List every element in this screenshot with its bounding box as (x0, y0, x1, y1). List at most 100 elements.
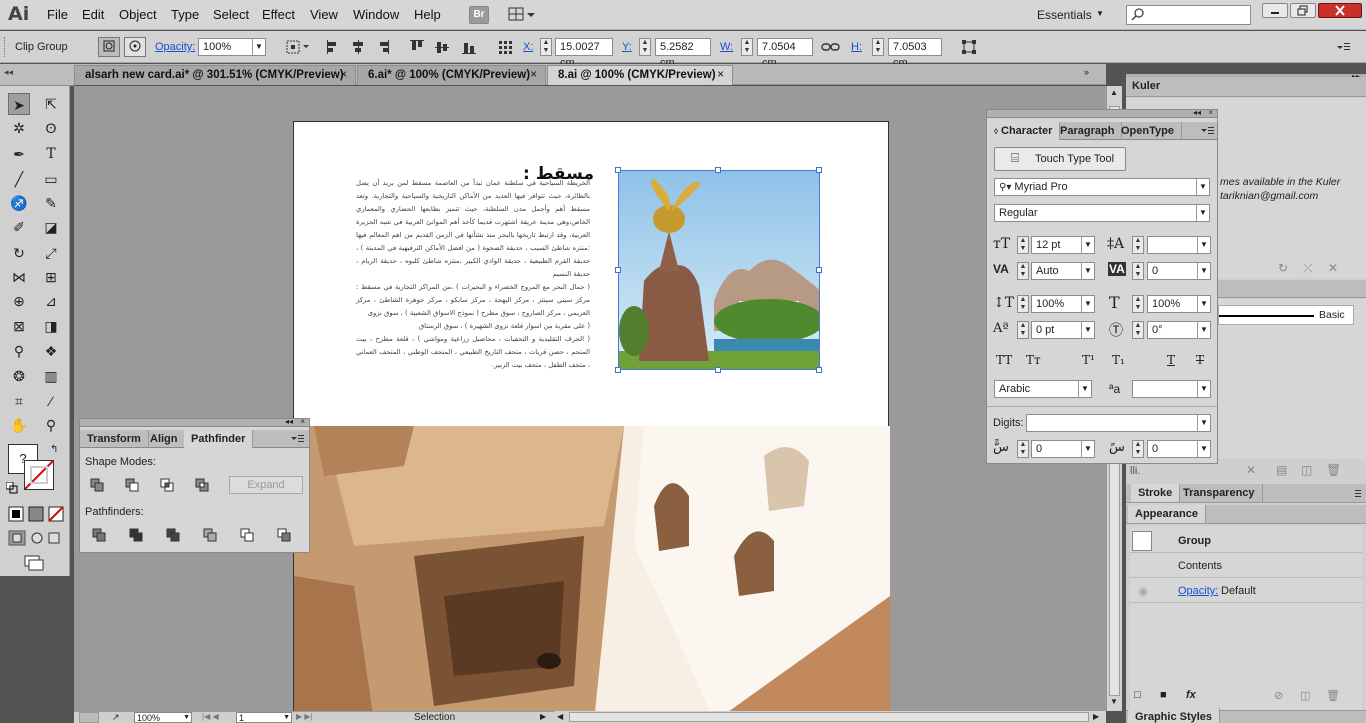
horizontal-scale-stepper[interactable]: ▲ ▼ (1132, 295, 1144, 313)
tab-alsarh-card[interactable]: alsarh new card.ai* @ 301.51% (CMYK/Prev… (74, 65, 356, 85)
horizontal-scale-input[interactable]: 100% ▼ (1147, 295, 1211, 313)
selection-handle[interactable] (816, 267, 822, 273)
menu-object[interactable]: Object (119, 7, 157, 22)
selection-tool-icon[interactable]: ➤ (8, 93, 30, 115)
h-stepper[interactable]: ▲ ▼ (872, 38, 884, 56)
w-input[interactable]: 7.0504 cm (757, 38, 813, 69)
restore-button[interactable] (1290, 3, 1316, 18)
edit-clip-path-icon[interactable] (98, 37, 120, 57)
menu-edit[interactable]: Edit (82, 7, 104, 22)
lasso-tool-icon[interactable]: ʘ (40, 117, 62, 139)
tracking-stepper[interactable]: ▲ ▼ (1132, 262, 1144, 280)
close-icon[interactable]: × (300, 417, 305, 426)
delete-brush-icon[interactable]: 🗑 (1326, 463, 1341, 477)
kuler-remove-icon[interactable]: ✕ (1328, 261, 1338, 275)
collapse-icon[interactable]: ◂◂ (1193, 108, 1201, 117)
paintbrush-tool-icon[interactable]: ♐ (8, 192, 30, 214)
y-input[interactable]: 5.2582 cm (655, 38, 711, 69)
w-label[interactable]: W: (720, 41, 733, 53)
close-icon[interactable]: × (340, 69, 347, 81)
transform-reference-icon[interactable] (285, 39, 311, 55)
stroke-swatch[interactable] (24, 460, 54, 490)
drawing-mode-buttons[interactable] (8, 530, 64, 546)
close-icon[interactable]: × (717, 69, 724, 81)
h-label[interactable]: H: (851, 41, 862, 53)
blend-tool-icon[interactable]: ❖ (40, 340, 62, 362)
touch-type-tool-button[interactable]: ⌸ Touch Type Tool (994, 147, 1126, 171)
rotate-tool-icon[interactable]: ↻ (8, 242, 30, 264)
screen-mode-icon[interactable] (24, 555, 46, 571)
delete-item-icon[interactable]: 🗑 (1326, 689, 1340, 702)
artboard-nav-icon[interactable] (79, 712, 99, 723)
zoom-tool-icon[interactable]: ⚲ (40, 414, 62, 436)
digits-select[interactable]: ▼ (1026, 414, 1211, 432)
type-tool-icon[interactable]: T (40, 143, 62, 165)
default-colors-icon[interactable] (5, 481, 18, 494)
menu-window[interactable]: Window (353, 7, 399, 22)
selection-handle[interactable] (615, 367, 621, 373)
menu-help[interactable]: Help (414, 7, 441, 22)
workspace-switcher[interactable]: Essentials (1037, 8, 1092, 22)
selection-handle[interactable] (715, 367, 721, 373)
selection-handle[interactable] (615, 167, 621, 173)
line-tool-icon[interactable]: ╱ (8, 168, 30, 190)
opacity-link[interactable]: Opacity: (155, 41, 195, 53)
panel-menu-icon[interactable] (291, 434, 305, 444)
appearance-contents-row[interactable]: Contents (1130, 554, 1362, 578)
panel-menu-icon[interactable] (1201, 126, 1215, 136)
zoom-select[interactable]: 100% ▼ (134, 712, 192, 723)
kerning-input[interactable]: Auto ▼ (1031, 262, 1095, 280)
close-icon[interactable]: × (1208, 108, 1213, 117)
visibility-eye-icon[interactable]: ◉ (1138, 584, 1148, 598)
x-stepper[interactable]: ▲ ▼ (540, 38, 552, 56)
menu-type[interactable]: Type (171, 7, 199, 22)
scroll-left-icon[interactable]: ◀ (557, 712, 563, 721)
magic-wand-tool-icon[interactable]: ✲ (8, 117, 30, 139)
menu-effect[interactable]: Effect (262, 7, 295, 22)
panel-menu-icon[interactable] (1348, 489, 1362, 499)
tab-opentype[interactable]: OpenType (1114, 122, 1182, 140)
add-fill-icon[interactable]: ■ (1160, 689, 1167, 701)
share-icon[interactable]: ↗ (112, 712, 126, 723)
tab-stroke[interactable]: Stroke (1131, 484, 1181, 502)
panel-grip[interactable]: ◂◂ × (80, 417, 309, 427)
swap-fill-stroke-icon[interactable]: ↰ (50, 444, 58, 455)
x-input[interactable]: 15.0027 cm (555, 38, 613, 69)
collapse-icon[interactable]: ◂◂ (285, 417, 293, 426)
opacity-input[interactable]: 100% ▼ (198, 38, 266, 56)
baseline-shift-input[interactable]: 0 pt ▼ (1031, 321, 1095, 339)
diacritic-x-input[interactable]: 0 ▼ (1031, 440, 1095, 458)
pathfinder-buttons[interactable] (92, 527, 302, 543)
duplicate-item-icon[interactable]: ◫ (1300, 689, 1310, 702)
scroll-up-icon[interactable]: ▲ (1110, 88, 1118, 97)
tab-transform[interactable]: Transform (80, 430, 149, 448)
diacritic-x-stepper[interactable]: ▲ ▼ (1017, 440, 1029, 458)
diacritic-y-stepper[interactable]: ▲ ▼ (1132, 440, 1144, 458)
brush-basic-row[interactable]: Basic (1218, 305, 1354, 325)
horizontal-scroll-thumb[interactable] (569, 712, 1089, 722)
strikethrough-icon[interactable]: T (1196, 353, 1204, 367)
shape-mode-buttons[interactable] (90, 477, 220, 493)
font-size-input[interactable]: 12 pt ▼ (1031, 236, 1095, 254)
column-graph-tool-icon[interactable]: ▥ (40, 365, 62, 387)
menu-file[interactable]: File (47, 7, 68, 22)
refresh-icon[interactable]: ↻ (1278, 261, 1288, 275)
panel-menu-icon[interactable] (1336, 41, 1350, 53)
add-effect-icon[interactable]: fx (1186, 689, 1196, 701)
close-button[interactable] (1318, 3, 1362, 18)
leading-stepper[interactable]: ▲ ▼ (1132, 236, 1144, 254)
panel-grip[interactable]: ◂◂ × (987, 108, 1217, 118)
reference-point-icon[interactable] (498, 39, 512, 55)
free-transform-tool-icon[interactable]: ⊞ (40, 266, 62, 288)
tab-transparency[interactable]: Transparency (1176, 484, 1263, 502)
tab-paragraph[interactable]: Paragraph (1053, 122, 1123, 140)
clear-appearance-icon[interactable]: ⊘ (1274, 689, 1283, 702)
selection-handle[interactable] (816, 367, 822, 373)
minimize-button[interactable] (1262, 3, 1288, 18)
vertical-scale-stepper[interactable]: ▲ ▼ (1017, 295, 1029, 313)
tracking-input[interactable]: 0 ▼ (1147, 262, 1211, 280)
status-menu-icon[interactable]: ▶ (540, 712, 546, 721)
pencil-tool-icon[interactable]: ✎ (40, 192, 62, 214)
kuler-settings-icon[interactable]: ⤫ (1303, 261, 1313, 276)
brush-library-icon[interactable]: lli. (1130, 465, 1140, 477)
